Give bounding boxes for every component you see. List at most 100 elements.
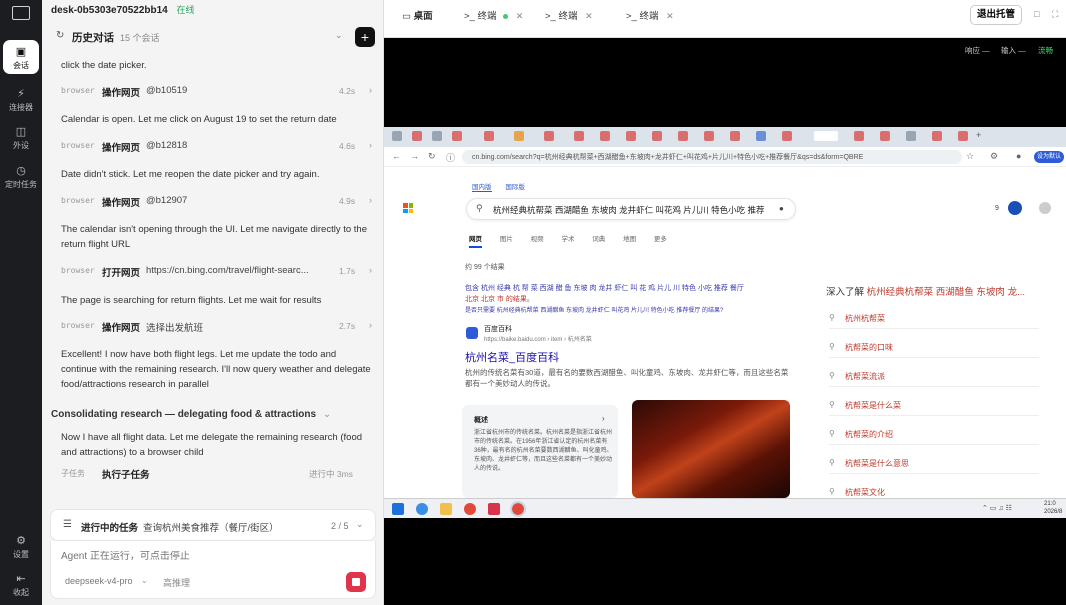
related-item[interactable]: ⚲ 杭帮菜流派 [829, 365, 1039, 387]
tool-step[interactable]: browser 打开网页 https://cn.bing.com/travel/… [61, 264, 377, 280]
scope-domestic[interactable]: 国内版 [472, 184, 492, 192]
close-icon[interactable]: ✕ [666, 11, 674, 21]
mic-icon[interactable]: ● [779, 204, 784, 213]
chrome-icon[interactable] [464, 503, 476, 515]
search-query[interactable]: 杭州经典杭帮菜 西湖醋鱼 东坡肉 龙井虾仁 叫花鸡 片儿川 特色小吃 推荐 [493, 204, 765, 216]
tab-favicon-icon[interactable] [958, 131, 968, 141]
active-task-bar[interactable]: ☰ 进行中的任务 查询杭州美食推荐（餐厅/街区） 2 / 5 ⌄ [50, 509, 376, 541]
system-clock[interactable]: 21:0 2026/8 [1044, 500, 1062, 516]
tab-favicon-icon[interactable] [906, 131, 916, 141]
tab-favicon-icon[interactable] [932, 131, 942, 141]
section-heading[interactable]: Consolidating research — delegating food… [51, 409, 331, 420]
tab-favicon-icon[interactable] [704, 131, 714, 141]
overview-card[interactable]: 概述 › 浙江省杭州市的传统名菜。杭州名菜是指浙江省杭州市的传统名菜。在1956… [462, 405, 618, 498]
rail-item-devices[interactable]: ◫ 外设 [3, 120, 39, 154]
tab-favicon-icon[interactable] [574, 131, 584, 141]
tool-step[interactable]: browser 操作网页 @b10519 4.2s › [61, 84, 377, 100]
tab-favicon-icon[interactable] [756, 131, 766, 141]
tab-academic[interactable]: 学术 [561, 236, 574, 243]
suggest-notice[interactable]: 是否只需要 杭州经典杭帮菜 西湖醋鱼 东坡肉 龙井虾仁 叫花鸡 片儿川 特色小吃… [465, 306, 795, 316]
tab-favicon-icon[interactable] [412, 131, 422, 141]
tab-more[interactable]: 更多 [654, 236, 667, 243]
system-tray-icons[interactable]: ⌃ ▭ ♫ ☷ [982, 504, 1012, 512]
related-item[interactable]: ⚲ 杭帮菜的口味 [829, 336, 1039, 358]
profile-icon[interactable]: ● [1016, 151, 1021, 161]
stop-button[interactable] [346, 572, 366, 592]
set-default-button[interactable]: 设为默认 [1034, 151, 1064, 163]
tab-favicon-icon[interactable] [544, 131, 554, 141]
related-item[interactable]: ⚲ 杭帮菜是什么菜 [829, 394, 1039, 416]
new-tab-icon[interactable]: + [976, 130, 981, 140]
tab-terminal-2[interactable]: >_ 终端 ✕ [545, 8, 593, 22]
rail-item-schedule[interactable]: ◷ 定时任务 [3, 159, 39, 193]
edge-icon[interactable] [416, 503, 428, 515]
tab-favicon-icon[interactable] [392, 131, 402, 141]
avatar[interactable] [1039, 202, 1051, 214]
site-url[interactable]: https://baike.baidu.com › item › 杭州名菜 [484, 335, 814, 345]
tab-dict[interactable]: 词典 [592, 236, 605, 243]
related-item[interactable]: ⚲ 杭帮菜的介绍 [829, 423, 1039, 445]
chevron-down-icon[interactable]: ⌄ [356, 519, 364, 530]
contains-notice[interactable]: 包含 杭州 经典 杭 帮 菜 西湖 醋 鱼 东坡 肉 龙井 虾仁 叫 花 鸡 片… [465, 284, 795, 294]
reload-icon[interactable]: ↻ [428, 151, 436, 162]
related-item[interactable]: ⚲ 杭州杭帮菜 [829, 307, 1039, 329]
tab-favicon-icon[interactable] [652, 131, 662, 141]
address-bar[interactable]: cn.bing.com/search?q=杭州经典杭帮菜+西湖醋鱼+东坡肉+龙井… [462, 150, 962, 164]
bing-search-box[interactable]: ⚲ 杭州经典杭帮菜 西湖醋鱼 东坡肉 龙井虾仁 叫花鸡 片儿川 特色小吃 推荐 … [466, 198, 796, 220]
chrome-active-icon[interactable] [510, 501, 526, 517]
rail-item-chat[interactable]: ▣ 会话 [3, 40, 39, 74]
reasoning-mode[interactable]: 高推理 [163, 576, 190, 589]
bing-logo-icon[interactable] [403, 203, 413, 213]
close-icon[interactable]: ✕ [585, 11, 593, 21]
active-tab[interactable] [814, 131, 838, 141]
history-bar[interactable]: ↻ 历史对话 15 个会话 ⌄ + [50, 26, 376, 48]
tab-favicon-icon[interactable] [678, 131, 688, 141]
tab-desktop[interactable]: ▭ 桌面 [402, 8, 433, 22]
tab-favicon-icon[interactable] [782, 131, 792, 141]
related-item[interactable]: ⚲ 杭帮菜是什么意思 [829, 452, 1039, 474]
tab-maps[interactable]: 地图 [623, 236, 636, 243]
rail-item-settings[interactable]: ⚙ 设置 [3, 529, 39, 563]
tool-step[interactable]: browser 操作网页 @b12907 4.9s › [61, 194, 377, 210]
tab-web[interactable]: 网页 [469, 236, 482, 248]
tab-favicon-icon[interactable] [880, 131, 890, 141]
tab-terminal-3[interactable]: >_ 终端 ✕ [626, 8, 674, 22]
tab-favicon-icon[interactable] [514, 131, 524, 141]
result-title-link[interactable]: 杭州名菜_百度百科 [465, 349, 559, 365]
tool-step[interactable]: browser 操作网页 @b12818 4.6s › [61, 139, 377, 155]
info-icon[interactable]: ⓘ [446, 151, 455, 164]
star-icon[interactable]: ☆ [966, 151, 974, 162]
tab-favicon-icon[interactable] [484, 131, 494, 141]
scope-international[interactable]: 国际版 [505, 184, 525, 191]
tab-videos[interactable]: 视频 [531, 236, 544, 243]
tab-favicon-icon[interactable] [600, 131, 610, 141]
explorer-icon[interactable] [440, 503, 452, 515]
rail-item-connectors[interactable]: ⚡ 连接器 [3, 82, 39, 116]
exit-takeover-button[interactable]: 退出托管 [970, 5, 1022, 25]
message-input[interactable] [61, 551, 341, 562]
tab-terminal-1[interactable]: >_ 终端 ✕ [464, 8, 523, 22]
back-icon[interactable]: ← [392, 151, 401, 161]
forward-icon[interactable]: → [410, 151, 419, 161]
tab-favicon-icon[interactable] [452, 131, 462, 141]
subtask-step[interactable]: 子任务 执行子任务 进行中 3ms [61, 466, 377, 482]
tab-favicon-icon[interactable] [432, 131, 442, 141]
close-icon[interactable]: ✕ [516, 11, 524, 21]
tab-favicon-icon[interactable] [854, 131, 864, 141]
tab-images[interactable]: 图片 [500, 236, 513, 243]
related-item[interactable]: ⚲ 杭帮菜文化 [829, 481, 1039, 497]
extensions-icon[interactable]: ⚙ [990, 151, 998, 162]
food-image[interactable] [632, 400, 790, 498]
rail-item-collapse[interactable]: ⇤ 收起 [3, 567, 39, 601]
chevron-down-icon[interactable]: ⌄ [335, 30, 343, 41]
model-selector[interactable]: deepseek-v4-pro [65, 576, 133, 586]
chevron-down-icon[interactable]: ⌄ [141, 576, 148, 585]
app-icon[interactable] [488, 503, 500, 515]
fullscreen-icon[interactable]: ⛶ [1052, 9, 1058, 20]
new-chat-button[interactable]: + [355, 27, 375, 47]
window-icon[interactable]: □ [1034, 9, 1039, 19]
rewards-icon[interactable] [1008, 201, 1022, 215]
remote-browser-window[interactable]: + ← → ↻ ⓘ cn.bing.com/search?q=杭州经典杭帮菜+西… [384, 127, 1066, 498]
tab-favicon-icon[interactable] [730, 131, 740, 141]
tool-step[interactable]: browser 操作网页 选择出发航班 2.7s › [61, 319, 377, 335]
